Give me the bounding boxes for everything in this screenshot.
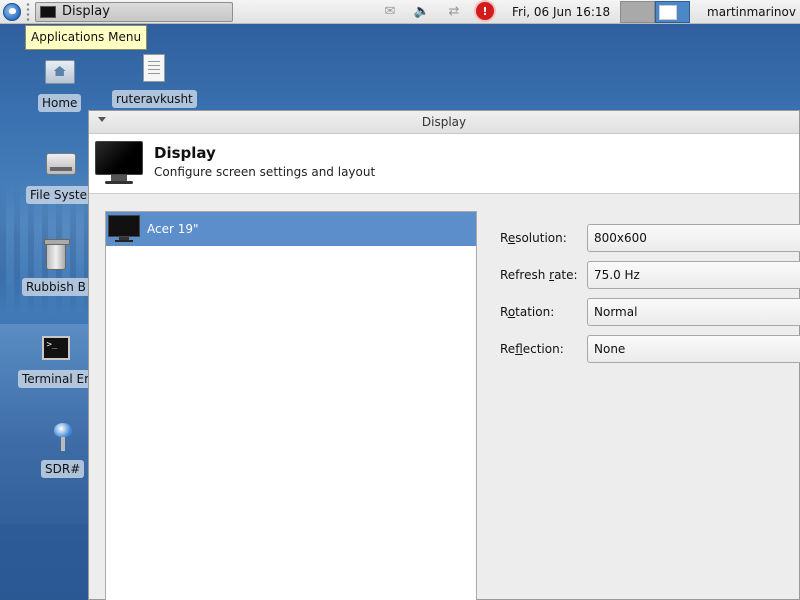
mail-icon[interactable]: ✉: [380, 2, 400, 20]
workspace-1[interactable]: [620, 1, 655, 23]
desktop-icon-filesystem[interactable]: File Syster: [26, 148, 96, 204]
user-menu[interactable]: martinmarinov: [707, 0, 796, 24]
desktop-icon-label: Home: [38, 94, 82, 112]
desktop-icon-label: Rubbish B: [22, 278, 90, 296]
trash-icon: [40, 239, 72, 272]
taskbar-button-display[interactable]: Display: [35, 1, 233, 22]
applications-menu-button[interactable]: [1, 1, 23, 23]
desktop-icon-label: Terminal Er: [18, 370, 94, 388]
terminal-icon: >_: [40, 332, 72, 364]
rotation-dropdown[interactable]: Normal: [587, 298, 800, 326]
display-list-item-selected[interactable]: Acer 19": [106, 212, 476, 246]
update-alert-icon[interactable]: !: [476, 2, 494, 20]
desktop-icon-home[interactable]: Home: [38, 56, 82, 112]
panel-clock[interactable]: Fri, 06 Jun 16:18: [512, 0, 610, 24]
volume-icon[interactable]: 🔈: [412, 2, 432, 20]
home-icon: [44, 56, 76, 88]
desktop-icon-sdr[interactable]: SDR#: [41, 422, 85, 478]
rotation-label: Rotation:: [500, 305, 555, 319]
monitor-icon: [108, 215, 140, 243]
window-titlebar[interactable]: Display: [89, 111, 799, 134]
panel-separator: [25, 1, 31, 22]
desktop-icon-rubbish[interactable]: Rubbish B: [22, 239, 90, 296]
system-tray: ✉ 🔈 ⇄ !: [380, 2, 494, 20]
refresh-rate-label: Refresh rate:: [500, 268, 578, 282]
workspace-2[interactable]: [655, 1, 690, 23]
monitor-icon: [40, 5, 56, 18]
desktop-icon-label: File Syster: [26, 186, 96, 204]
display-settings-window: Display Display Configure screen setting…: [88, 110, 800, 600]
sdr-app-icon: [47, 422, 79, 454]
display-list: Acer 19": [105, 211, 477, 600]
xfce-mouse-icon: [3, 2, 21, 21]
network-icon[interactable]: ⇄: [444, 2, 464, 20]
display-monitor-icon: [95, 141, 143, 185]
applications-menu-tooltip: Applications Menu: [25, 25, 148, 50]
desktop-icon-label: SDR#: [41, 460, 85, 478]
dialog-header: Display Configure screen settings and la…: [89, 134, 799, 194]
resolution-label: Resolution:: [500, 231, 567, 245]
reflection-dropdown[interactable]: None: [587, 335, 800, 363]
top-panel: Display ✉ 🔈 ⇄ ! Fri, 06 Jun 16:18 martin…: [0, 0, 800, 24]
desktop-icon-file[interactable]: ruteravkusht: [112, 52, 197, 108]
dialog-subheading: Configure screen settings and layout: [154, 165, 376, 179]
resolution-dropdown[interactable]: 800x600: [587, 224, 800, 252]
text-file-icon: [138, 52, 170, 84]
display-name: Acer 19": [147, 222, 199, 236]
desktop-icon-label: ruteravkusht: [112, 90, 197, 108]
window-title: Display: [421, 115, 467, 129]
drive-icon: [45, 148, 77, 180]
desktop-icon-terminal[interactable]: >_ Terminal Er: [18, 332, 94, 388]
taskbar-button-label: Display: [62, 4, 110, 19]
reflection-label: Reflection:: [500, 342, 564, 356]
refresh-rate-dropdown[interactable]: 75.0 Hz: [587, 261, 800, 289]
dialog-heading: Display: [154, 144, 216, 162]
workspace-switcher: [620, 1, 690, 23]
